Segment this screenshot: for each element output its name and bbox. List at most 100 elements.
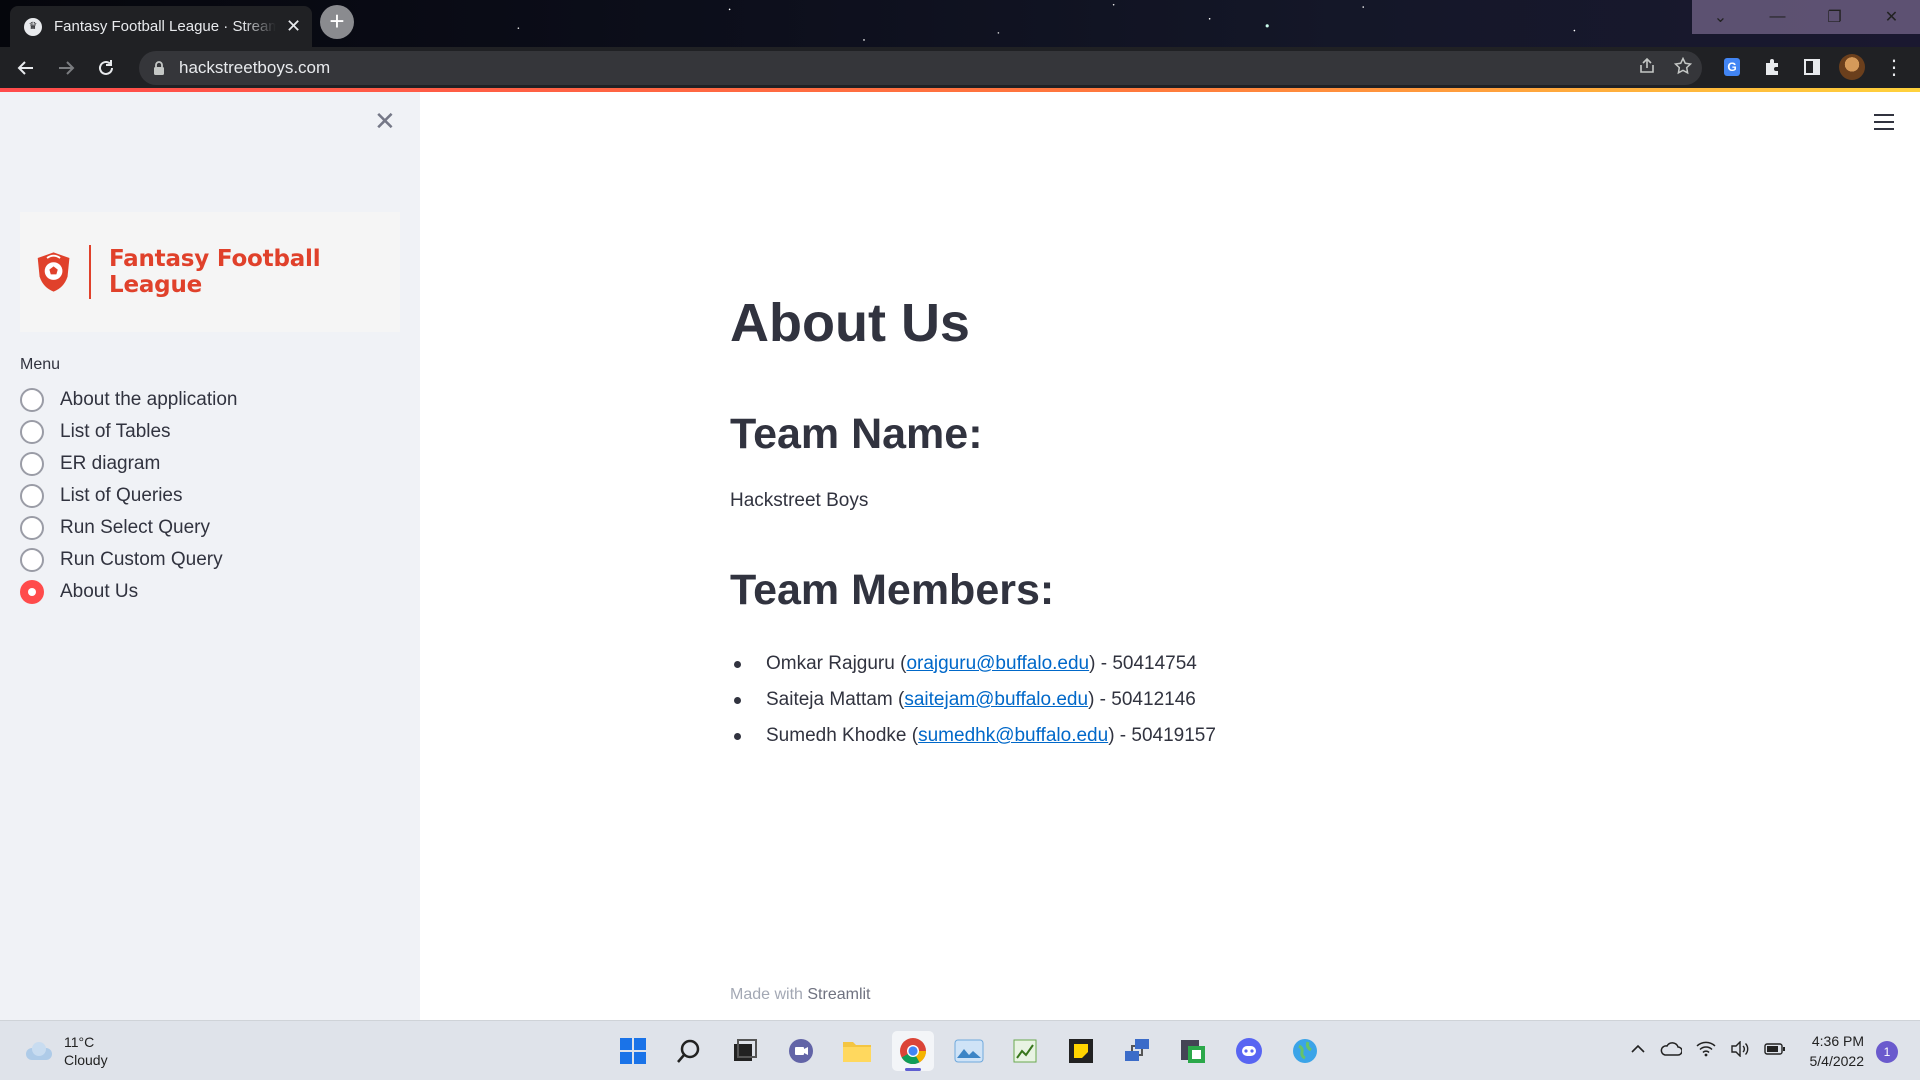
footer-prefix: Made with [730,986,803,1003]
photos-icon[interactable] [948,1031,990,1071]
cloud-icon [24,1040,54,1062]
shield-ball-logo-icon [37,252,70,292]
file-explorer-icon[interactable] [836,1031,878,1071]
sidebar: ✕ Fantasy Football League Menu About the… [0,92,420,1020]
radio-button[interactable] [20,548,44,572]
member-id: 50412146 [1111,689,1196,710]
radio-button[interactable] [20,484,44,508]
logo-divider [89,245,91,299]
system-tray [1630,1021,1786,1080]
menu-item-label: Run Select Query [60,517,210,538]
close-window-button[interactable]: ✕ [1863,0,1920,34]
taskbar-clock[interactable]: 4:36 PM 5/4/2022 [1790,1031,1865,1071]
discord-icon[interactable] [1228,1031,1270,1071]
menu-item-er-diagram[interactable]: ER diagram [20,448,237,480]
menu-item-label: ER diagram [60,453,161,474]
menu-item-label: List of Queries [60,485,183,506]
menu-item-label: About the application [60,389,238,410]
menu-item-label: About Us [60,581,139,602]
team-name-value: Hackstreet Boys [730,490,869,511]
sticky-notes-icon[interactable] [1060,1031,1102,1071]
close-sidebar-icon[interactable]: ✕ [374,106,396,137]
member-email-link[interactable]: sumedhk@buffalo.edu [918,725,1108,746]
weather-description: Cloudy [64,1052,108,1068]
teams-chat-icon[interactable] [780,1031,822,1071]
profile-avatar[interactable] [1836,51,1868,83]
team-members-heading: Team Members: [730,566,1055,614]
snipping-tool-icon[interactable] [1172,1031,1214,1071]
member-id: 50419157 [1131,725,1216,746]
radio-button-selected[interactable] [20,580,44,604]
forward-icon[interactable] [46,48,86,88]
member-name: Sumedh Khodke [766,725,907,746]
menu-item-list-of-tables[interactable]: List of Tables [20,416,237,448]
star-icon[interactable] [1673,56,1693,80]
wifi-icon[interactable] [1696,1041,1716,1062]
list-item: Omkar Rajguru (orajguru@buffalo.edu) - 5… [730,646,1216,682]
menu-item-run-custom-query[interactable]: Run Custom Query [20,544,237,576]
member-id: 50414754 [1112,653,1197,674]
windows-start-icon[interactable] [612,1031,654,1071]
lock-icon[interactable] [151,60,167,76]
weather-widget[interactable]: 11°C Cloudy [24,1033,108,1069]
globe-app-icon[interactable] [1284,1031,1326,1071]
app-logo: Fantasy Football League [20,212,400,332]
new-tab-button[interactable]: + [320,5,354,39]
battery-icon[interactable] [1764,1042,1786,1061]
streamlit-favicon-icon: ♛ [24,17,42,36]
weather-temperature: 11°C [64,1034,95,1050]
member-name: Saiteja Mattam [766,689,893,710]
page-title: About Us [730,293,970,353]
minimize-button[interactable]: — [1749,0,1806,34]
menu-item-label: Run Custom Query [60,549,223,570]
member-email-link[interactable]: saitejam@buffalo.edu [904,689,1088,710]
kebab-menu-icon[interactable]: ⋮ [1878,51,1910,83]
share-icon[interactable] [1638,57,1656,80]
member-name: Omkar Rajguru [766,653,895,674]
reload-icon[interactable] [86,48,126,88]
menu-label: Menu [20,356,61,373]
menu-item-about-the-application[interactable]: About the application [20,384,237,416]
search-icon[interactable] [668,1031,710,1071]
list-item: Saiteja Mattam (saitejam@buffalo.edu) - … [730,682,1216,718]
team-members-list: Omkar Rajguru (orajguru@buffalo.edu) - 5… [730,646,1216,754]
radio-button[interactable] [20,516,44,540]
side-panel-icon[interactable] [1796,51,1828,83]
hamburger-menu-icon[interactable] [1874,114,1894,135]
footer-streamlit-link[interactable]: Streamlit [807,986,870,1003]
member-email-link[interactable]: orajguru@buffalo.edu [906,653,1089,674]
volume-icon[interactable] [1730,1039,1750,1062]
restore-button[interactable]: ❐ [1806,0,1863,34]
task-view-icon[interactable] [724,1031,766,1071]
main-content: About Us Team Name: Hackstreet Boys Team… [420,92,1920,1020]
radio-button[interactable] [20,452,44,476]
browser-tab-active[interactable]: ♛ Fantasy Football League · Streamlit ✕ [10,6,312,47]
puzzle-icon[interactable] [1756,51,1788,83]
chevron-up-icon[interactable] [1630,1041,1646,1062]
windows-taskbar: 11°C Cloudy 4:36 PM 5/4/2022 1 [0,1020,1920,1080]
radio-button[interactable] [20,388,44,412]
url-text[interactable]: hackstreetboys.com [179,58,330,78]
chrome-icon[interactable] [892,1031,934,1071]
back-icon[interactable] [6,48,46,88]
address-bar[interactable]: hackstreetboys.com [139,51,1702,85]
clock-date: 5/4/2022 [1809,1053,1865,1069]
clock-time: 4:36 PM [1811,1033,1864,1049]
spreadsheet-icon[interactable] [1004,1031,1046,1071]
browser-toolbar: hackstreetboys.com G ⋮ [0,47,1920,88]
menu-radio-group: About the application List of Tables ER … [20,384,237,608]
tab-close-icon[interactable]: ✕ [286,16,301,37]
menu-item-run-select-query[interactable]: Run Select Query [20,512,237,544]
network-app-icon[interactable] [1116,1031,1158,1071]
taskbar-apps [612,1031,1326,1071]
notification-badge[interactable]: 1 [1876,1041,1898,1063]
team-name-heading: Team Name: [730,410,983,458]
radio-button[interactable] [20,420,44,444]
menu-item-list-of-queries[interactable]: List of Queries [20,480,237,512]
tab-search-icon[interactable]: ⌄ [1692,0,1749,34]
translate-icon[interactable]: G [1716,51,1748,83]
window-controls: ⌄ — ❐ ✕ [1692,0,1920,34]
tab-title: Fantasy Football League · Streamlit [54,18,276,35]
menu-item-about-us[interactable]: About Us [20,576,237,608]
onedrive-cloud-icon[interactable] [1660,1041,1683,1062]
